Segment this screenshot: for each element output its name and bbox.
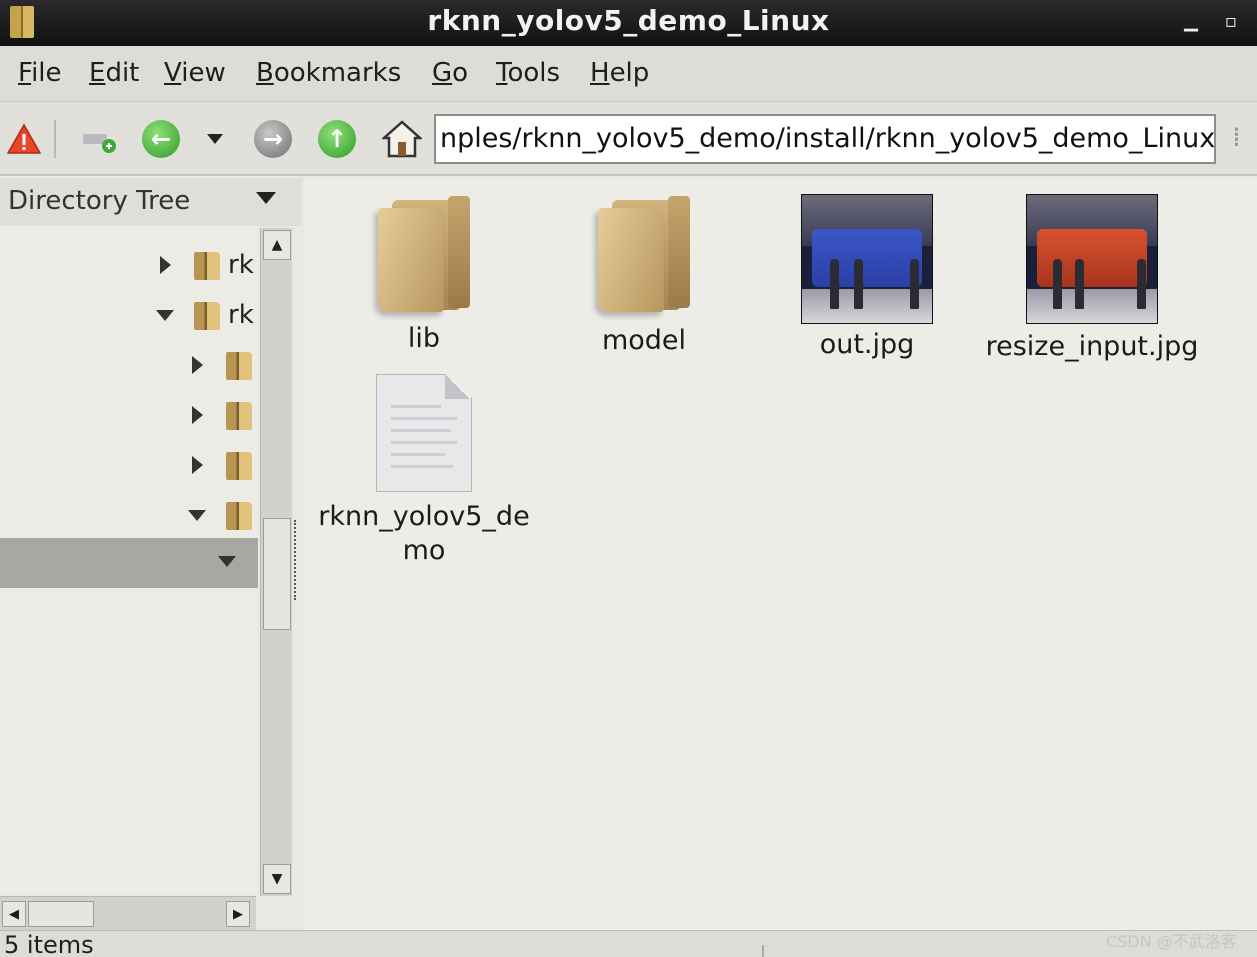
file-name-line1: rknn_yolov5_de bbox=[318, 501, 530, 532]
file-name: resize_input.jpg bbox=[985, 331, 1199, 362]
expand-down-icon[interactable] bbox=[156, 310, 174, 321]
menu-tools[interactable]: Tools bbox=[496, 58, 560, 88]
file-name-line2: mo bbox=[402, 535, 446, 566]
horizontal-scroll-thumb[interactable] bbox=[28, 901, 94, 927]
file-name: model bbox=[601, 325, 687, 356]
tree-row-label: rk bbox=[228, 250, 254, 280]
back-icon: ← bbox=[142, 120, 180, 158]
document-icon bbox=[376, 374, 472, 492]
folder-icon bbox=[226, 352, 252, 380]
menu-file[interactable]: File bbox=[18, 58, 62, 88]
file-item-model[interactable]: model bbox=[584, 192, 704, 358]
sidebar-vertical-scrollbar[interactable]: ▲ ▼ bbox=[260, 228, 292, 896]
tree-row[interactable] bbox=[0, 492, 258, 540]
window-title: rknn_yolov5_demo_Linux bbox=[427, 4, 830, 37]
history-dropdown-icon[interactable] bbox=[200, 118, 230, 160]
sidebar-horizontal-scrollbar[interactable]: ◀ ▶ bbox=[0, 896, 256, 930]
image-thumbnail bbox=[1026, 194, 1158, 324]
tree-row[interactable] bbox=[0, 392, 258, 440]
toolbar-separator bbox=[54, 120, 56, 158]
file-name: lib bbox=[407, 323, 441, 354]
folder-icon bbox=[194, 252, 220, 280]
file-icon-view: lib model out.jpg resize_input.jpg rknn_… bbox=[304, 178, 1257, 930]
scroll-down-icon[interactable]: ▼ bbox=[263, 864, 291, 894]
expand-down-icon[interactable] bbox=[218, 556, 236, 567]
folder-icon bbox=[374, 192, 474, 316]
location-text: nples/rknn_yolov5_demo/install/rknn_yolo… bbox=[440, 123, 1216, 154]
status-bar: 5 items bbox=[0, 930, 1257, 957]
tree-row-label: rk bbox=[228, 300, 254, 330]
title-bar: rknn_yolov5_demo_Linux ▁ ▫ bbox=[0, 0, 1257, 46]
directory-tree: rk rk bbox=[0, 226, 258, 894]
minimize-button[interactable]: ▁ bbox=[1180, 12, 1202, 32]
sidebar-header[interactable]: Directory Tree bbox=[0, 178, 302, 226]
watermark: CSDN @不武洛客 bbox=[1106, 932, 1237, 951]
item-count: 5 items bbox=[4, 931, 94, 957]
tree-row[interactable] bbox=[0, 442, 258, 490]
folder-icon bbox=[226, 452, 252, 480]
menu-view[interactable]: View bbox=[164, 58, 226, 88]
tree-row[interactable]: rk bbox=[0, 292, 258, 340]
file-item-resize-input-jpg[interactable]: resize_input.jpg bbox=[984, 194, 1200, 364]
expand-right-icon[interactable] bbox=[192, 356, 203, 374]
home-button[interactable] bbox=[380, 118, 424, 160]
maximize-button[interactable]: ▫ bbox=[1220, 12, 1242, 32]
scroll-left-icon[interactable]: ◀ bbox=[2, 901, 26, 927]
sidebar-title: Directory Tree bbox=[8, 186, 191, 216]
file-item-rknn-yolov5-demo[interactable]: rknn_yolov5_de mo bbox=[312, 374, 536, 568]
new-tab-icon[interactable] bbox=[78, 118, 122, 160]
file-item-lib[interactable]: lib bbox=[364, 192, 484, 356]
folder-icon bbox=[226, 502, 252, 530]
expand-right-icon[interactable] bbox=[192, 456, 203, 474]
image-thumbnail bbox=[801, 194, 933, 324]
folder-icon bbox=[194, 302, 220, 330]
expand-right-icon[interactable] bbox=[192, 406, 203, 424]
tree-row[interactable] bbox=[0, 342, 258, 390]
toolbar-overflow-icon[interactable]: ⁞ bbox=[1232, 120, 1254, 160]
pane-resize-handle[interactable] bbox=[294, 520, 300, 600]
up-button[interactable]: ↑ bbox=[316, 118, 358, 160]
up-icon: ↑ bbox=[318, 120, 356, 158]
file-name: out.jpg bbox=[819, 329, 915, 360]
file-item-out-jpg[interactable]: out.jpg bbox=[792, 194, 942, 362]
back-button[interactable]: ← bbox=[140, 118, 182, 160]
menu-bookmarks[interactable]: Bookmarks bbox=[256, 58, 401, 88]
folder-icon bbox=[594, 192, 694, 316]
menu-edit[interactable]: Edit bbox=[89, 58, 139, 88]
menu-go[interactable]: Go bbox=[432, 58, 468, 88]
expand-down-icon[interactable] bbox=[188, 510, 206, 521]
expand-right-icon[interactable] bbox=[160, 256, 171, 274]
location-input[interactable]: nples/rknn_yolov5_demo/install/rknn_yolo… bbox=[434, 114, 1216, 164]
scroll-thumb[interactable] bbox=[263, 518, 291, 630]
folder-icon bbox=[226, 402, 252, 430]
tree-row-selected[interactable] bbox=[0, 538, 258, 588]
sidebar-dropdown-icon[interactable] bbox=[256, 192, 276, 204]
home-icon bbox=[382, 120, 422, 158]
warning-icon[interactable] bbox=[6, 118, 42, 160]
forward-icon: → bbox=[254, 120, 292, 158]
forward-button[interactable]: → bbox=[252, 118, 294, 160]
scroll-up-icon[interactable]: ▲ bbox=[263, 230, 291, 260]
status-divider bbox=[762, 945, 764, 957]
menu-help[interactable]: Help bbox=[590, 58, 649, 88]
menu-bar: File Edit View Bookmarks Go Tools Help bbox=[0, 46, 1257, 102]
tree-row[interactable]: rk bbox=[0, 242, 258, 290]
scroll-right-icon[interactable]: ▶ bbox=[226, 901, 250, 927]
